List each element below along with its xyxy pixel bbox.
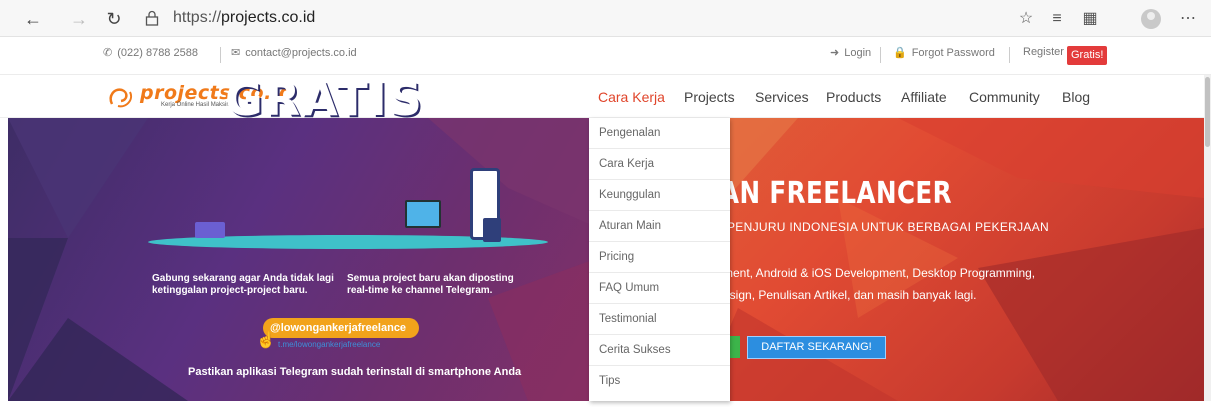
mail-icon: ✉ <box>231 47 241 59</box>
forward-icon[interactable]: → <box>68 8 90 30</box>
nav-projects[interactable]: Projects <box>684 89 735 105</box>
gratis-heading: GRATIS <box>225 72 424 126</box>
lock-icon <box>145 10 159 26</box>
divider <box>1009 47 1010 63</box>
daftar-sekarang-button[interactable]: DAFTAR SEKARANG! <box>747 336 886 359</box>
collections-icon[interactable]: ▦ <box>1080 9 1100 29</box>
telegram-promo-panel <box>8 118 598 401</box>
star-icon[interactable]: ☆ <box>1016 9 1036 29</box>
dropdown-item-pengenalan[interactable]: Pengenalan <box>589 118 730 149</box>
laptop-illustration <box>195 222 225 238</box>
login-icon: ➜ <box>830 47 840 59</box>
scrollbar-thumb[interactable] <box>1205 77 1210 147</box>
more-icon[interactable]: ⋯ <box>1178 9 1198 29</box>
nav-products[interactable]: Products <box>826 89 881 105</box>
logo-swirl-icon <box>109 88 132 108</box>
forgot-password-link[interactable]: 🔒 Forgot Password <box>893 46 995 60</box>
dropdown-item-cara-kerja[interactable]: Cara Kerja <box>589 149 730 180</box>
favorites-icon[interactable]: ≡ <box>1047 9 1067 29</box>
lock-icon: 🔒 <box>893 47 907 59</box>
nav-cara-kerja[interactable]: Cara Kerja <box>598 89 665 105</box>
cara-kerja-dropdown: Pengenalan Cara Kerja Keunggulan Aturan … <box>589 118 730 401</box>
phone-contact: ✆ (022) 8788 2588 <box>103 46 198 60</box>
login-link[interactable]: ➜ Login <box>830 46 871 60</box>
address-bar[interactable]: https://projects.co.id <box>135 5 1015 32</box>
register-link[interactable]: Register <box>1023 46 1064 58</box>
dropdown-item-cerita-sukses[interactable]: Cerita Sukses <box>589 335 730 366</box>
nav-services[interactable]: Services <box>755 89 809 105</box>
promo-text-join: Gabung sekarang agar Anda tidak lagi ket… <box>152 273 334 296</box>
telegram-link[interactable]: t.me/lowongankerjafreelance <box>278 340 380 349</box>
hand-pointer-icon: ☝ <box>256 332 276 349</box>
dropdown-item-pricing[interactable]: Pricing <box>589 242 730 273</box>
hero-subheading: PENJURU INDONESIA UNTUK BERBAGAI PEKERJA… <box>727 220 1049 234</box>
hero-headline: AN FREELANCER <box>720 176 952 211</box>
book-illustration <box>483 218 501 242</box>
polygon-background <box>8 118 598 401</box>
info-bar: ✆ (022) 8788 2588 ✉ contact@projects.co.… <box>0 37 1211 75</box>
telegram-handle[interactable]: @lowongankerjafreelance <box>263 318 419 338</box>
main-navigation: projects.co.id Kerja Online Hasil Maksim… <box>0 75 1211 118</box>
url-text: https://projects.co.id <box>173 9 316 26</box>
back-icon[interactable]: ← <box>22 8 44 30</box>
nav-blog[interactable]: Blog <box>1062 89 1090 105</box>
dropdown-item-keunggulan[interactable]: Keunggulan <box>589 180 730 211</box>
phone-icon: ✆ <box>103 47 113 59</box>
browser-toolbar: ← → ↻ https://projects.co.id ☆ ≡ ▦ ⋯ <box>0 0 1211 37</box>
monitor-illustration <box>405 200 441 228</box>
gratis-badge[interactable]: Gratis! <box>1067 46 1108 65</box>
nav-community[interactable]: Community <box>969 89 1040 105</box>
nav-affiliate[interactable]: Affiliate <box>901 89 947 105</box>
promo-text-telegram: Semua project baru akan diposting real-t… <box>347 273 514 296</box>
divider <box>880 47 881 63</box>
dropdown-item-testimonial[interactable]: Testimonial <box>589 304 730 335</box>
profile-avatar[interactable] <box>1141 9 1161 29</box>
dropdown-item-tips[interactable]: Tips <box>589 366 730 397</box>
hero-description-line1: ment, Android & iOS Development, Desktop… <box>723 266 1036 280</box>
telegram-install-note: Pastikan aplikasi Telegram sudah terinst… <box>188 366 522 378</box>
refresh-icon[interactable]: ↻ <box>103 8 125 30</box>
divider <box>220 47 221 63</box>
email-contact[interactable]: ✉ contact@projects.co.id <box>231 46 357 60</box>
hero-description-line2: esign, Penulisan Artikel, dan masih bany… <box>723 288 977 302</box>
dropdown-item-faq-umum[interactable]: FAQ Umum <box>589 273 730 304</box>
dropdown-item-aturan-main[interactable]: Aturan Main <box>589 211 730 242</box>
